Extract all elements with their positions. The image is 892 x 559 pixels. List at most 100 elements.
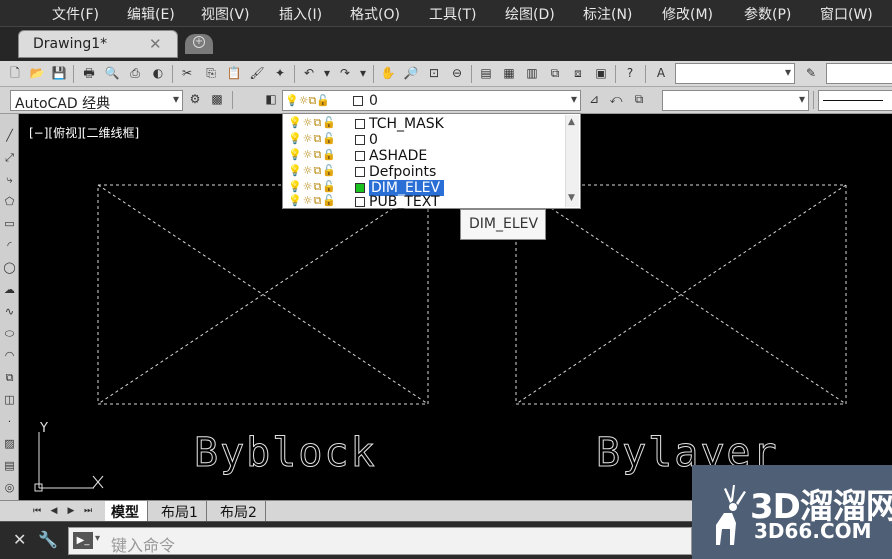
cut-icon[interactable]: ✂ xyxy=(178,65,196,82)
open-icon[interactable]: 📂 xyxy=(28,65,46,82)
arc-icon[interactable]: ◜ xyxy=(2,238,17,253)
chevron-down-icon[interactable]: ▾ xyxy=(95,533,100,544)
menu-edit[interactable]: 编辑(E) xyxy=(127,4,175,24)
tab-layout2[interactable]: 布局2 xyxy=(214,501,266,522)
gear-icon[interactable]: ⚙ xyxy=(186,91,204,108)
copy-icon[interactable]: ⎘ xyxy=(202,65,220,82)
layer-row[interactable]: 💡☼⧉🔓 0 xyxy=(285,132,557,148)
text-style-icon[interactable]: A xyxy=(652,65,670,82)
text-style-select[interactable]: ▾ xyxy=(675,63,795,84)
layer-list-scrollbar[interactable]: ▲ ▼ xyxy=(565,115,579,207)
new-tab-button[interactable]: + xyxy=(185,34,213,54)
match-properties-icon[interactable]: 🖌 xyxy=(248,65,266,82)
rectangle-icon[interactable]: ▭ xyxy=(2,216,17,231)
menu-modify[interactable]: 修改(M) xyxy=(662,4,713,24)
block-editor-icon[interactable]: ✦ xyxy=(271,65,289,82)
ellipse-icon[interactable]: ⬭ xyxy=(2,326,17,341)
paste-icon[interactable]: 📋 xyxy=(225,65,243,82)
wrench-icon[interactable]: 🔧 xyxy=(38,530,58,549)
layer-current-value: 0 xyxy=(369,93,378,109)
help-icon[interactable]: ? xyxy=(621,65,639,82)
publish-icon[interactable]: ⎙ xyxy=(126,65,144,82)
make-current-icon[interactable]: ⊿ xyxy=(585,91,603,108)
last-tab-icon[interactable]: ⏭ xyxy=(81,504,95,518)
layer-row[interactable]: 💡☼⧉🔓 Defpoints xyxy=(285,164,557,180)
revision-cloud-icon[interactable]: ☁ xyxy=(2,282,17,297)
tool-palettes-icon[interactable]: ▥ xyxy=(523,65,541,82)
undo-dropdown-icon[interactable]: ▾ xyxy=(318,65,336,82)
layer-previous-icon[interactable]: ⤺ xyxy=(607,91,625,108)
layer-row[interactable]: 💡☼⧉🔓 TCH_MASK xyxy=(285,116,557,132)
spline-icon[interactable]: ∿ xyxy=(2,304,17,319)
properties-icon[interactable]: ▤ xyxy=(477,65,495,82)
insert-block-icon[interactable]: ⧉ xyxy=(2,370,17,385)
3d-print-icon[interactable]: ◐ xyxy=(149,65,167,82)
sheet-set-icon[interactable]: ⧉ xyxy=(546,65,564,82)
polyline-icon[interactable]: ⤷ xyxy=(2,172,17,187)
gradient-icon[interactable]: ▤ xyxy=(2,458,17,473)
calculator-icon[interactable]: ▣ xyxy=(592,65,610,82)
region-icon[interactable]: ◎ xyxy=(2,480,17,495)
layer-row[interactable]: 💡☼⧉🔒 ASHADE xyxy=(285,148,557,164)
color-select[interactable]: ▾ xyxy=(662,90,809,111)
zoom-realtime-icon[interactable]: 🔎 xyxy=(402,65,420,82)
redo-dropdown-icon[interactable]: ▾ xyxy=(354,65,372,82)
toolbar-separator xyxy=(73,65,74,83)
menu-window[interactable]: 窗口(W) xyxy=(820,4,873,24)
layer-state-icon[interactable]: ⧉ xyxy=(630,91,648,108)
menu-tools[interactable]: 工具(T) xyxy=(429,4,476,24)
tab-model[interactable]: 模型 xyxy=(105,501,148,522)
linetype-select[interactable] xyxy=(818,90,892,111)
scroll-up-icon[interactable]: ▲ xyxy=(568,117,575,127)
prev-tab-icon[interactable]: ◀ xyxy=(47,504,61,518)
menu-parameters[interactable]: 参数(P) xyxy=(744,4,791,24)
hatch-icon[interactable]: ▨ xyxy=(2,436,17,451)
menu-format[interactable]: 格式(O) xyxy=(350,4,400,24)
dim-style-select[interactable] xyxy=(826,63,892,84)
preview-icon[interactable]: 🔍 xyxy=(103,65,121,82)
close-icon[interactable]: ✕ xyxy=(13,530,26,549)
pan-icon[interactable]: ✋ xyxy=(379,65,397,82)
menu-draw[interactable]: 绘图(D) xyxy=(505,4,555,24)
zoom-previous-icon[interactable]: ⊖ xyxy=(448,65,466,82)
scroll-down-icon[interactable]: ▼ xyxy=(568,193,575,203)
menu-dimension[interactable]: 标注(N) xyxy=(583,4,632,24)
dim-style-icon[interactable]: ✎ xyxy=(802,65,820,82)
command-input[interactable]: ▶_ ▾ 键入命令 xyxy=(68,527,692,555)
make-block-icon[interactable]: ◫ xyxy=(2,392,17,407)
save-icon[interactable]: 💾 xyxy=(50,65,68,82)
close-icon[interactable]: ✕ xyxy=(149,35,162,53)
design-center-icon[interactable]: ▦ xyxy=(500,65,518,82)
first-tab-icon[interactable]: ⏮ xyxy=(30,504,44,518)
next-tab-icon[interactable]: ▶ xyxy=(64,504,78,518)
ellipse-arc-icon[interactable]: ◠ xyxy=(2,348,17,363)
ucs-y-label: Y xyxy=(39,421,48,436)
layer-color-swatch xyxy=(355,151,365,161)
redo-icon[interactable]: ↷ xyxy=(336,65,354,82)
construction-line-icon[interactable]: ⤢ xyxy=(2,150,17,165)
standard-toolbar: 🗋 📂 💾 🖶 🔍 ⎙ ◐ ✂ ⎘ 📋 🖌 ✦ ↶ ▾ ↷ ▾ ✋ 🔎 ⊡ ⊖ … xyxy=(0,61,892,87)
tab-layout1[interactable]: 布局1 xyxy=(155,501,207,522)
layer-properties-icon[interactable]: ◧ xyxy=(262,91,280,108)
menu-insert[interactable]: 插入(I) xyxy=(279,4,322,24)
command-prompt-icon[interactable]: ▶_ xyxy=(73,532,93,549)
workspace-select[interactable]: AutoCAD 经典 ▾ xyxy=(10,90,183,112)
layer-select[interactable]: 💡☼⧉🔓 0 ▾ xyxy=(282,90,581,111)
layer-state-icons: 💡☼⧉🔓 xyxy=(288,116,338,129)
menu-file[interactable]: 文件(F) xyxy=(52,4,99,24)
circle-icon[interactable]: ◯ xyxy=(2,260,17,275)
undo-icon[interactable]: ↶ xyxy=(300,65,318,82)
menu-bar: 文件(F) 编辑(E) 视图(V) 插入(I) 格式(O) 工具(T) 绘图(D… xyxy=(0,0,892,27)
point-icon[interactable]: · xyxy=(2,414,17,429)
new-icon[interactable]: 🗋 xyxy=(6,65,24,82)
zoom-window-icon[interactable]: ⊡ xyxy=(425,65,443,82)
menu-view[interactable]: 视图(V) xyxy=(201,4,250,24)
tab-drawing1[interactable]: Drawing1* ✕ xyxy=(18,30,178,58)
markup-icon[interactable]: ⧈ xyxy=(569,65,587,82)
polygon-icon[interactable]: ⬠ xyxy=(2,194,17,209)
workspace-toolbar-icon[interactable]: ▩ xyxy=(208,91,226,108)
layer-row[interactable]: 💡☼⧉🔓 PUB_TEXT xyxy=(285,194,557,210)
line-icon[interactable]: ╱ xyxy=(2,128,17,143)
toolbar-separator xyxy=(172,65,173,83)
print-icon[interactable]: 🖶 xyxy=(80,65,98,82)
